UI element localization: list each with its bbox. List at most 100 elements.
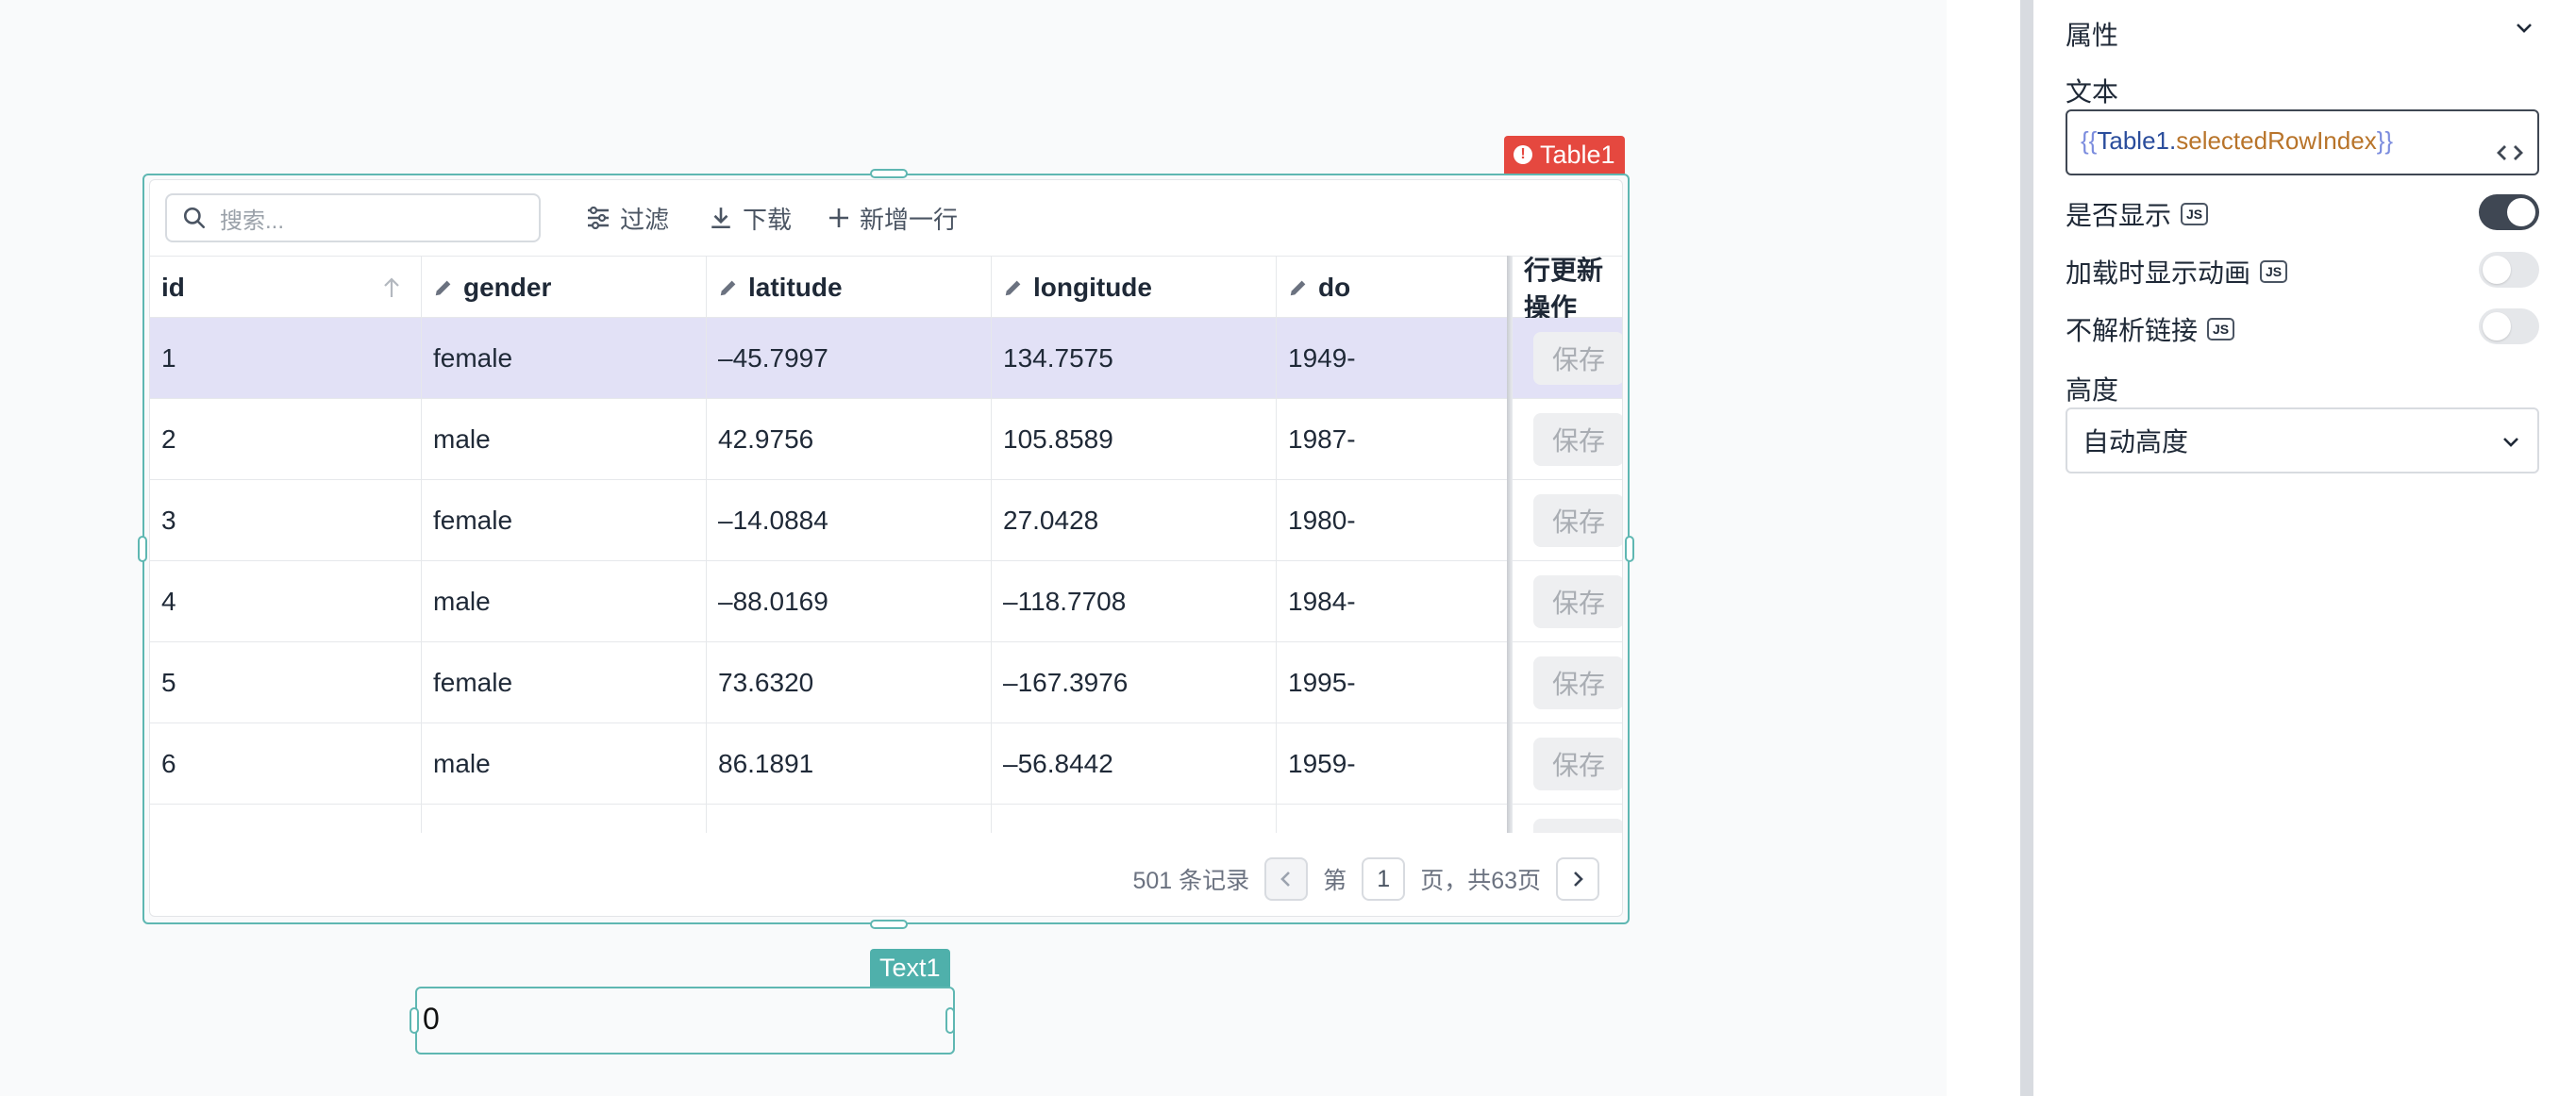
resize-handle-bottom[interactable] bbox=[870, 920, 908, 929]
cell-dob[interactable]: 1987- bbox=[1277, 399, 1513, 480]
cell-longitude[interactable]: –56.8442 bbox=[992, 723, 1277, 805]
save-row-button[interactable]: 保存 bbox=[1533, 332, 1622, 385]
text-widget-name: Text1 bbox=[879, 954, 941, 982]
table-row[interactable]: 1female–45.7997134.75751949-保存丢弃 bbox=[150, 318, 1622, 399]
cell-gender[interactable]: male bbox=[422, 561, 707, 642]
cell-gender[interactable]: male bbox=[422, 399, 707, 480]
chevron-left-icon bbox=[1280, 872, 1291, 887]
current-page-input[interactable]: 1 bbox=[1362, 857, 1406, 901]
resize-handle-left[interactable] bbox=[138, 536, 147, 562]
cell-latitude[interactable]: 73.6320 bbox=[707, 642, 992, 723]
row-actions: 保存丢弃 bbox=[1513, 723, 1622, 805]
height-select-value: 自动高度 bbox=[2083, 427, 2189, 457]
row-actions: 保存丢弃 bbox=[1513, 480, 1622, 561]
js-badge[interactable]: JS bbox=[2260, 260, 2288, 283]
table-header-row: id gender latitude longitude do 行更新操作 bbox=[150, 256, 1622, 323]
cell-gender[interactable]: female bbox=[422, 318, 707, 399]
column-header-gender[interactable]: gender bbox=[422, 257, 707, 319]
column-header-longitude[interactable]: longitude bbox=[992, 257, 1277, 319]
text-property-label: 文本 bbox=[2066, 77, 2119, 107]
text-widget[interactable] bbox=[415, 987, 955, 1054]
save-row-button[interactable]: 保存 bbox=[1533, 413, 1622, 466]
height-select[interactable]: 自动高度 bbox=[2066, 407, 2539, 473]
visible-toggle[interactable] bbox=[2479, 194, 2539, 230]
text-widget-value: 0 bbox=[423, 1002, 440, 1036]
cell-id[interactable]: 3 bbox=[150, 480, 422, 561]
cell-latitude[interactable]: 42.9756 bbox=[707, 399, 992, 480]
text-resize-handle-right[interactable] bbox=[945, 1007, 955, 1034]
column-header-row-actions: 行更新操作 bbox=[1524, 256, 1604, 323]
js-badge[interactable]: JS bbox=[2207, 318, 2235, 340]
error-icon: ! bbox=[1514, 145, 1532, 164]
code-brackets-icon[interactable] bbox=[2496, 143, 2524, 162]
cell-longitude[interactable]: 27.0428 bbox=[992, 480, 1277, 561]
cell-latitude[interactable]: –14.0884 bbox=[707, 480, 992, 561]
visible-property: 是否显示 JS bbox=[2066, 195, 2209, 233]
resize-handle-right[interactable] bbox=[1625, 536, 1634, 562]
no-link-toggle[interactable] bbox=[2479, 308, 2539, 344]
text-property-code-input[interactable]: {{Table1.selectedRowIndex}} bbox=[2066, 109, 2539, 175]
table-widget: 搜索... 过滤 下载 新增一行 id gender latitude long… bbox=[149, 179, 1623, 917]
binding-object: Table1 bbox=[2097, 126, 2169, 155]
cell-longitude[interactable]: 134.7575 bbox=[992, 318, 1277, 399]
edit-pencil-icon bbox=[1290, 280, 1306, 296]
table-row[interactable]: 4male–88.0169–118.77081984-保存丢弃 bbox=[150, 561, 1622, 642]
table-widget-name-tag[interactable]: ! Table1 bbox=[1504, 136, 1625, 174]
text-binding-expression: {{Table1.selectedRowIndex}} bbox=[2081, 126, 2393, 156]
cell-dob[interactable]: 1984- bbox=[1277, 561, 1513, 642]
cell-id[interactable]: 4 bbox=[150, 561, 422, 642]
cell-gender[interactable]: female bbox=[422, 642, 707, 723]
cell-longitude[interactable]: –118.7708 bbox=[992, 561, 1277, 642]
cell-latitude[interactable]: –45.7997 bbox=[707, 318, 992, 399]
chevron-down-icon[interactable] bbox=[2514, 21, 2534, 36]
column-header-latitude[interactable]: latitude bbox=[707, 257, 992, 319]
sort-arrow-up-icon[interactable] bbox=[381, 276, 402, 299]
next-page-button[interactable] bbox=[1556, 857, 1599, 901]
animate-toggle[interactable] bbox=[2479, 252, 2539, 288]
filter-button[interactable]: 过滤 bbox=[586, 201, 669, 236]
save-row-button[interactable]: 保存 bbox=[1533, 494, 1622, 547]
save-row-button[interactable]: 保存 bbox=[1533, 656, 1622, 709]
cell-longitude[interactable]: 105.8589 bbox=[992, 399, 1277, 480]
table-row[interactable]: 3female–14.088427.04281980-保存丢弃 bbox=[150, 480, 1622, 561]
cell-longitude[interactable]: –167.3976 bbox=[992, 642, 1277, 723]
cell-latitude[interactable]: 86.1891 bbox=[707, 723, 992, 805]
cell-dob[interactable]: 1949- bbox=[1277, 318, 1513, 399]
prev-page-button[interactable] bbox=[1264, 857, 1309, 901]
column-header-id[interactable]: id bbox=[150, 257, 422, 319]
text-resize-handle-left[interactable] bbox=[410, 1007, 419, 1034]
download-label: 下载 bbox=[743, 205, 793, 234]
cell-id[interactable]: 5 bbox=[150, 642, 422, 723]
cell-gender[interactable]: female bbox=[422, 480, 707, 561]
cell-dob[interactable]: 1959- bbox=[1277, 723, 1513, 805]
cell-id[interactable]: 1 bbox=[150, 318, 422, 399]
save-row-button[interactable]: 保存 bbox=[1533, 575, 1622, 628]
cell-dob[interactable]: 1995- bbox=[1277, 642, 1513, 723]
cell-latitude[interactable]: –88.0169 bbox=[707, 561, 992, 642]
download-button[interactable]: 下载 bbox=[709, 201, 792, 236]
table-row[interactable]: 2male42.9756105.85891987-保存丢弃 bbox=[150, 399, 1622, 480]
table-row[interactable]: 6male86.1891–56.84421959-保存丢弃 bbox=[150, 723, 1622, 805]
edit-pencil-icon bbox=[435, 280, 451, 296]
toggle-knob bbox=[2483, 256, 2511, 284]
table-row[interactable]: 5female73.6320–167.39761995-保存丢弃 bbox=[150, 642, 1622, 723]
row-actions: 保存丢弃 bbox=[1513, 561, 1622, 642]
no-link-label: 不解析链接 bbox=[2066, 316, 2199, 345]
horizontal-scrollbar[interactable] bbox=[150, 833, 1622, 840]
cell-id[interactable]: 2 bbox=[150, 399, 422, 480]
save-row-button[interactable]: 保存 bbox=[1533, 738, 1622, 790]
binding-property: selectedRowIndex bbox=[2176, 126, 2377, 155]
search-icon bbox=[183, 207, 206, 229]
resize-handle-top[interactable] bbox=[870, 169, 908, 178]
column-header-dob[interactable]: do bbox=[1277, 257, 1513, 319]
cell-dob[interactable]: 1980- bbox=[1277, 480, 1513, 561]
text-widget-name-tag[interactable]: Text1 bbox=[870, 949, 950, 987]
cell-id[interactable]: 6 bbox=[150, 723, 422, 805]
search-input[interactable]: 搜索... bbox=[165, 193, 541, 242]
panel-resize-divider[interactable] bbox=[2020, 0, 2033, 1096]
chevron-down-icon bbox=[2503, 438, 2518, 447]
cell-gender[interactable]: male bbox=[422, 723, 707, 805]
add-row-button[interactable]: 新增一行 bbox=[828, 201, 958, 236]
js-badge[interactable]: JS bbox=[2181, 203, 2209, 225]
frozen-column-divider bbox=[1507, 256, 1513, 840]
